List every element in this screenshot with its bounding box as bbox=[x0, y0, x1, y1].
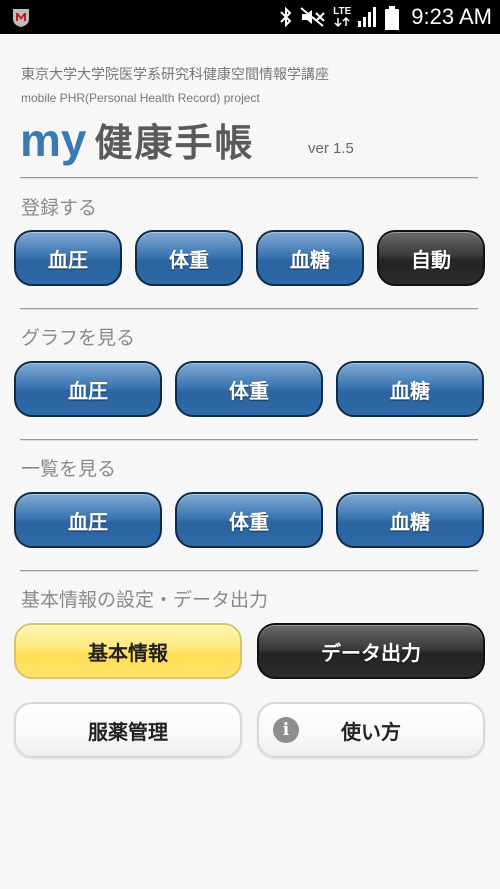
university-name: 東京大学大学院医学系研究科健康空間情報学講座 bbox=[21, 67, 329, 83]
register-weight-button[interactable]: 体重 bbox=[135, 230, 243, 286]
main-content: 東京大学大学院医学系研究科健康空間情報学講座 mobile PHR(Person… bbox=[0, 34, 500, 889]
divider bbox=[20, 177, 478, 179]
data-output-button[interactable]: データ出力 bbox=[257, 623, 485, 679]
divider bbox=[20, 308, 478, 310]
medication-management-button[interactable]: 服薬管理 bbox=[14, 702, 242, 758]
version-label: ver 1.5 bbox=[308, 140, 354, 157]
graph-weight-button[interactable]: 体重 bbox=[175, 361, 323, 417]
mute-icon bbox=[299, 6, 327, 28]
section-label-list: 一覧を見る bbox=[21, 458, 117, 480]
clock: 9:23 AM bbox=[411, 4, 492, 29]
info-icon: i bbox=[273, 717, 299, 743]
mcafee-icon bbox=[10, 6, 32, 28]
lte-label: LTE bbox=[333, 6, 352, 17]
bluetooth-icon bbox=[279, 6, 293, 28]
list-blood-pressure-button[interactable]: 血圧 bbox=[14, 492, 162, 548]
lte-icon: LTE bbox=[333, 6, 351, 28]
app-title-main: 健康手帳 bbox=[94, 121, 255, 165]
graph-blood-pressure-button[interactable]: 血圧 bbox=[14, 361, 162, 417]
app-title-prefix: my bbox=[20, 114, 87, 166]
how-to-use-label: 使い方 bbox=[341, 719, 401, 744]
battery-icon bbox=[385, 6, 400, 30]
section-label-graph: グラフを見る bbox=[21, 327, 136, 349]
graph-blood-sugar-button[interactable]: 血糖 bbox=[336, 361, 484, 417]
how-to-use-button[interactable]: i 使い方 bbox=[257, 702, 485, 758]
project-name: mobile PHR(Personal Health Record) proje… bbox=[21, 91, 260, 105]
register-blood-sugar-button[interactable]: 血糖 bbox=[256, 230, 364, 286]
signal-icon bbox=[357, 6, 379, 28]
register-auto-button[interactable]: 自動 bbox=[377, 230, 485, 286]
list-weight-button[interactable]: 体重 bbox=[175, 492, 323, 548]
section-label-settings: 基本情報の設定・データ出力 bbox=[21, 589, 269, 611]
section-label-register: 登録する bbox=[21, 197, 98, 219]
app-title: my 健康手帳 bbox=[20, 112, 255, 166]
divider bbox=[20, 439, 478, 441]
register-blood-pressure-button[interactable]: 血圧 bbox=[14, 230, 122, 286]
status-bar: LTE 9:23 AM bbox=[0, 0, 500, 34]
divider bbox=[20, 570, 478, 572]
list-blood-sugar-button[interactable]: 血糖 bbox=[336, 492, 484, 548]
basic-info-button[interactable]: 基本情報 bbox=[14, 623, 242, 679]
